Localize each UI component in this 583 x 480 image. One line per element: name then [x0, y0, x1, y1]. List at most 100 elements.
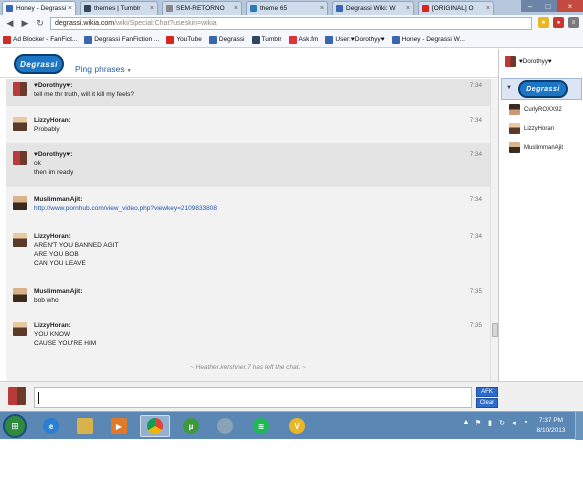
close-tab-icon[interactable]: ×	[320, 5, 324, 12]
close-tab-icon[interactable]: ×	[406, 5, 410, 12]
minimize-icon[interactable]: –	[521, 0, 539, 12]
volume-icon[interactable]: ◂	[510, 418, 518, 427]
bookmark-item[interactable]: Degrassi	[208, 35, 245, 44]
message-username[interactable]: ♥Dorothyy♥:	[34, 82, 72, 89]
message-time: 7:34	[469, 82, 482, 89]
close-tab-icon[interactable]: ×	[234, 5, 238, 12]
wikia-icon	[208, 35, 217, 44]
bookmarks-bar: Ad Blocker - FanFict... Degrassi FanFict…	[0, 32, 583, 48]
message-username[interactable]: LizzyHoran:	[34, 117, 71, 124]
start-button-icon[interactable]: ⊞	[3, 414, 27, 438]
sidebar-user[interactable]: CurlyROXX92	[509, 104, 562, 115]
message-link[interactable]: http://www.pornhub.com/view_video.php?vi…	[34, 205, 217, 212]
network-icon[interactable]: ▮	[486, 418, 494, 427]
show-desktop-button[interactable]	[575, 412, 583, 440]
adblock-icon[interactable]: ●	[553, 17, 564, 28]
avatar[interactable]	[13, 288, 27, 302]
ping-phrases-link[interactable]: Ping phrases ▼	[75, 64, 132, 74]
chat-header: Degrassi Ping phrases ▼	[0, 49, 498, 78]
message-time: 7:34	[469, 151, 482, 158]
page-favicon-icon	[250, 5, 257, 12]
message-text: YOU KNOW	[34, 331, 71, 338]
show-hidden-icons-icon[interactable]: ▲	[462, 418, 470, 427]
current-user[interactable]: ♥Dorothyy♥	[499, 53, 583, 69]
taskbar-app[interactable]	[210, 415, 240, 437]
taskbar-spotify[interactable]: ≋	[246, 415, 276, 437]
forward-arrow-icon[interactable]: ▶	[19, 18, 31, 30]
afk-button[interactable]: AFK	[476, 387, 498, 397]
avatar[interactable]	[13, 233, 27, 247]
bookmark-item[interactable]: Honey - Degrassi W...	[391, 35, 465, 44]
bookmark-item[interactable]: User:♥Dorothyy♥	[325, 35, 385, 44]
reload-icon[interactable]: ↻	[34, 18, 46, 30]
url-host: degrassi.wikia.com	[55, 20, 115, 27]
url-path: /wiki/Special:Chat?useskin=wikia	[114, 20, 217, 27]
youtube-favicon-icon	[422, 5, 429, 12]
power-icon[interactable]: ▪	[522, 418, 530, 427]
message-composer: AFK Clear	[0, 381, 583, 411]
menu-icon[interactable]: ≡	[568, 17, 579, 28]
message-input[interactable]	[34, 387, 472, 408]
bookmark-item[interactable]: Tumblr	[251, 35, 282, 44]
taskbar-ie[interactable]: e	[36, 415, 66, 437]
avatar[interactable]	[13, 196, 27, 210]
sidebar-user[interactable]: LizzyHoran	[509, 123, 554, 134]
room-header[interactable]: ▼ Degrassi	[501, 78, 582, 100]
spotify-icon: ≋	[253, 418, 269, 434]
message-username[interactable]: MuslimmanAjit:	[34, 196, 82, 203]
maximize-icon[interactable]: □	[539, 0, 557, 12]
close-tab-icon[interactable]: ×	[150, 5, 154, 12]
bookmark-item[interactable]: YouTube	[166, 35, 202, 44]
flag-icon[interactable]: ⚑	[474, 418, 482, 427]
message-text: ok	[34, 160, 41, 167]
message-list: ♥Dorothyy♥: 7:34 tell me thr truth, will…	[6, 79, 490, 381]
taskbar-explorer[interactable]	[70, 415, 100, 437]
avatar[interactable]	[13, 322, 27, 336]
message-username[interactable]: ♥Dorothyy♥:	[34, 151, 72, 158]
message-username[interactable]: MuslimmanAjit:	[34, 288, 82, 295]
tab-theme-65[interactable]: theme 65 ×	[246, 1, 328, 15]
taskbar-utorrent[interactable]: µ	[176, 415, 206, 437]
message-username[interactable]: LizzyHoran:	[34, 322, 71, 329]
message-text: CAN YOU LEAVE	[34, 260, 86, 267]
chevron-down-icon: ▼	[126, 68, 132, 74]
url-bar[interactable]: degrassi.wikia.com/wiki/Special:Chat?use…	[50, 17, 532, 30]
utorrent-icon: µ	[183, 418, 199, 434]
taskbar-app-v[interactable]: V	[282, 415, 312, 437]
chevron-down-icon: ▼	[506, 85, 512, 91]
bookmark-star-icon[interactable]: ★	[538, 17, 549, 28]
tab-original-youtube[interactable]: [ORIGINAL] O ×	[418, 1, 494, 15]
bookmark-item[interactable]: Ask.fm	[288, 35, 318, 44]
bookmark-item[interactable]: Ad Blocker - FanFict...	[3, 35, 77, 44]
message-scrollbar[interactable]	[490, 79, 498, 381]
message-time: 7:34	[469, 196, 482, 203]
avatar[interactable]	[13, 117, 27, 131]
close-window-icon[interactable]: ×	[557, 0, 583, 12]
tab-degrassi-wiki[interactable]: Degrassi Wiki: W ×	[332, 1, 414, 15]
tab-sem-retorno[interactable]: SEM-RETORNO ×	[162, 1, 242, 15]
message-text: bob who	[34, 297, 59, 304]
message-text: CAUSE YOU'RE HIM	[34, 340, 97, 347]
taskbar-chrome[interactable]	[140, 415, 170, 437]
back-arrow-icon[interactable]: ◀	[4, 18, 16, 30]
message-username[interactable]: LizzyHoran:	[34, 233, 71, 240]
taskbar-media-player[interactable]: ▶	[104, 415, 134, 437]
avatar[interactable]	[13, 151, 27, 165]
message-text: AREN'T YOU BANNED AGIT	[34, 242, 119, 249]
media-player-icon: ▶	[111, 418, 127, 434]
close-tab-icon[interactable]: ×	[486, 5, 490, 12]
close-tab-icon[interactable]: ×	[68, 5, 72, 12]
chat-message: LizzyHoran: 7:34 AREN'T YOU BANNED AGIT …	[6, 225, 490, 275]
system-tray: ▲ ⚑ ▮ ↻ ◂ ▪	[462, 418, 530, 427]
sync-icon[interactable]: ↻	[498, 418, 506, 427]
sidebar-user[interactable]: MuslimmanAjit	[509, 142, 563, 153]
tab-honey-degrassi[interactable]: Honey - Degrassi ×	[2, 1, 76, 15]
degrassi-logo: Degrassi	[14, 54, 64, 74]
tab-themes-tumblr[interactable]: themes | Tumblr ×	[80, 1, 158, 15]
taskbar-clock[interactable]: 7:37 PM 8/10/2013	[531, 416, 571, 436]
bookmark-item[interactable]: Degrassi FanFiction ...	[84, 35, 159, 44]
message-text: tell me thr truth, will it kill my feels…	[34, 91, 135, 98]
clear-button[interactable]: Clear	[476, 398, 498, 408]
wikia-icon	[325, 35, 334, 44]
avatar[interactable]	[13, 82, 27, 96]
